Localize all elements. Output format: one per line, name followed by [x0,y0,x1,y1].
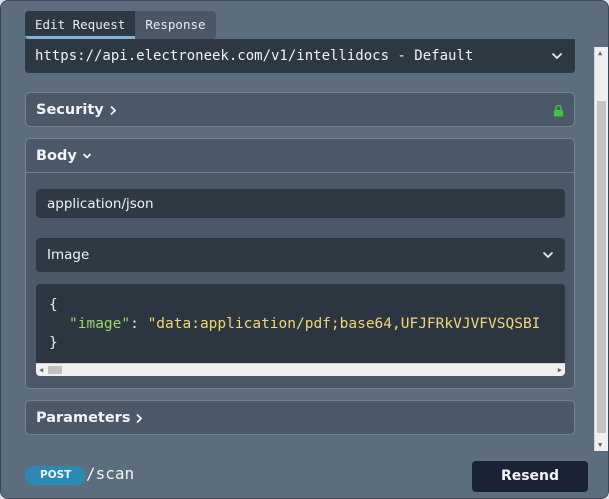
security-title: Security [36,102,104,118]
body-title: Body [36,147,77,164]
code-key: "image" [69,316,131,332]
content-type-value: application/json [47,195,154,212]
vertical-scrollbar[interactable]: ▲ ▼ [594,47,608,451]
chevron-down-icon [542,251,554,259]
resend-button[interactable]: Resend [472,461,588,492]
code-separator: : [130,316,148,332]
chevron-down-icon [82,152,92,160]
api-explorer: Edit Request Response https://api.electr… [0,0,609,499]
chevron-right-icon [109,105,117,116]
code-value: "data:application/pdf;base64,UFJFRkVJVFV… [147,316,541,332]
tab-edit-request[interactable]: Edit Request [25,11,136,39]
parameters-panel[interactable]: Parameters [25,400,575,435]
chevron-right-icon [135,413,143,424]
code-open-brace: { [49,297,58,313]
scroll-right-icon[interactable]: ▶ [558,366,562,374]
body-header[interactable]: Body [26,139,574,173]
horizontal-scrollbar[interactable]: ◀ ▶ [36,363,565,376]
scroll-up-icon[interactable]: ▲ [598,49,602,57]
body-panel: Body application/json Image { "image": "… [25,138,575,389]
tab-response[interactable]: Response [135,11,216,39]
server-select[interactable]: https://api.electroneek.com/v1/intellido… [25,39,575,73]
code-line-image: "image": "data:application/pdf;base64,UF… [69,316,540,332]
endpoint-path: /scan [86,464,135,483]
scroll-thumb[interactable] [597,101,606,433]
code-close-brace: } [49,335,58,351]
example-value: Image [47,247,90,263]
parameters-title: Parameters [36,410,131,426]
scroll-left-icon[interactable]: ◀ [39,366,43,374]
chevron-down-icon [551,52,563,60]
server-url: https://api.electroneek.com/v1/intellido… [35,48,474,64]
content-type-select[interactable]: application/json [36,189,565,218]
example-select[interactable]: Image [36,238,565,272]
request-footer: POST /scan Resend [1,451,608,498]
lock-icon [553,104,564,117]
method-badge: POST [25,466,87,485]
scroll-down-icon[interactable]: ▼ [598,441,602,449]
scroll-thumb[interactable] [48,366,62,374]
request-body-editor[interactable]: { "image": "data:application/pdf;base64,… [36,284,565,376]
request-tabs: Edit Request Response [25,11,216,39]
security-panel[interactable]: Security [25,92,575,127]
